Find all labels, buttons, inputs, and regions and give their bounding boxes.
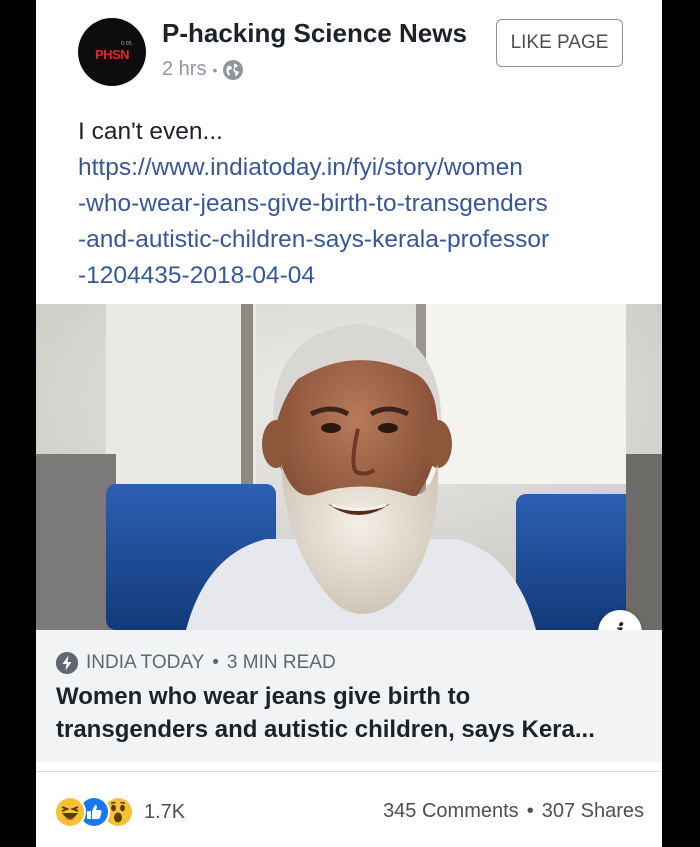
left-black-bar	[0, 0, 36, 847]
post-message: I can't even...	[78, 118, 223, 145]
comments-count[interactable]: 345 Comments	[383, 800, 519, 823]
reaction-summary[interactable]: 1.7K	[54, 793, 185, 831]
post-link[interactable]: https://www.indiatoday.in/fyi/story/wome…	[78, 150, 638, 294]
preview-read-time: 3 MIN READ	[226, 652, 336, 673]
avatar-logo-sup: 0.05	[120, 41, 132, 47]
post-link-line: -who-wear-jeans-give-birth-to-transgende…	[78, 190, 548, 217]
preview-source: INDIA TODAY	[86, 652, 205, 673]
post-link-line: -1204435-2018-04-04	[78, 262, 316, 289]
preview-headline-line: transgenders and autistic children, says…	[56, 716, 595, 743]
post-link-line: -and-autistic-children-says-kerala-profe…	[78, 226, 550, 253]
post-meta: 2 hrs •	[162, 58, 244, 81]
globe-icon	[223, 59, 244, 80]
page-avatar[interactable]: PHSN 0.05	[78, 18, 146, 86]
link-preview-image[interactable]	[36, 304, 662, 630]
avatar-logo-text: PHSN	[94, 46, 130, 62]
preview-source-line: INDIA TODAY • 3 MIN READ	[56, 652, 336, 674]
stats-separator: •	[526, 800, 534, 822]
page-name[interactable]: P-hacking Science News	[162, 18, 467, 49]
like-page-button[interactable]: LIKE PAGE	[496, 19, 623, 67]
shares-count[interactable]: 307 Shares	[542, 800, 644, 823]
preview-headline-line: Women who wear jeans give birth to	[56, 683, 471, 710]
right-black-bar	[662, 0, 700, 847]
link-preview[interactable]: INDIA TODAY • 3 MIN READ Women who wear …	[36, 630, 662, 762]
meta-separator: •	[212, 61, 218, 78]
engagement-stats: 345 Comments • 307 Shares	[383, 800, 644, 823]
instant-article-bolt-icon	[56, 652, 78, 674]
preview-separator: •	[212, 652, 219, 673]
haha-icon	[54, 796, 86, 828]
preview-headline: Women who wear jeans give birth to trans…	[56, 680, 652, 746]
footer-divider	[36, 771, 662, 772]
post-time[interactable]: 2 hrs	[162, 58, 206, 81]
post-link-line: https://www.indiatoday.in/fyi/story/wome…	[78, 154, 523, 181]
post-card: PHSN 0.05 P-hacking Science News 2 hrs •…	[36, 0, 662, 847]
reaction-count: 1.7K	[144, 800, 186, 823]
post-text: I can't even... https://www.indiatoday.i…	[78, 114, 638, 294]
